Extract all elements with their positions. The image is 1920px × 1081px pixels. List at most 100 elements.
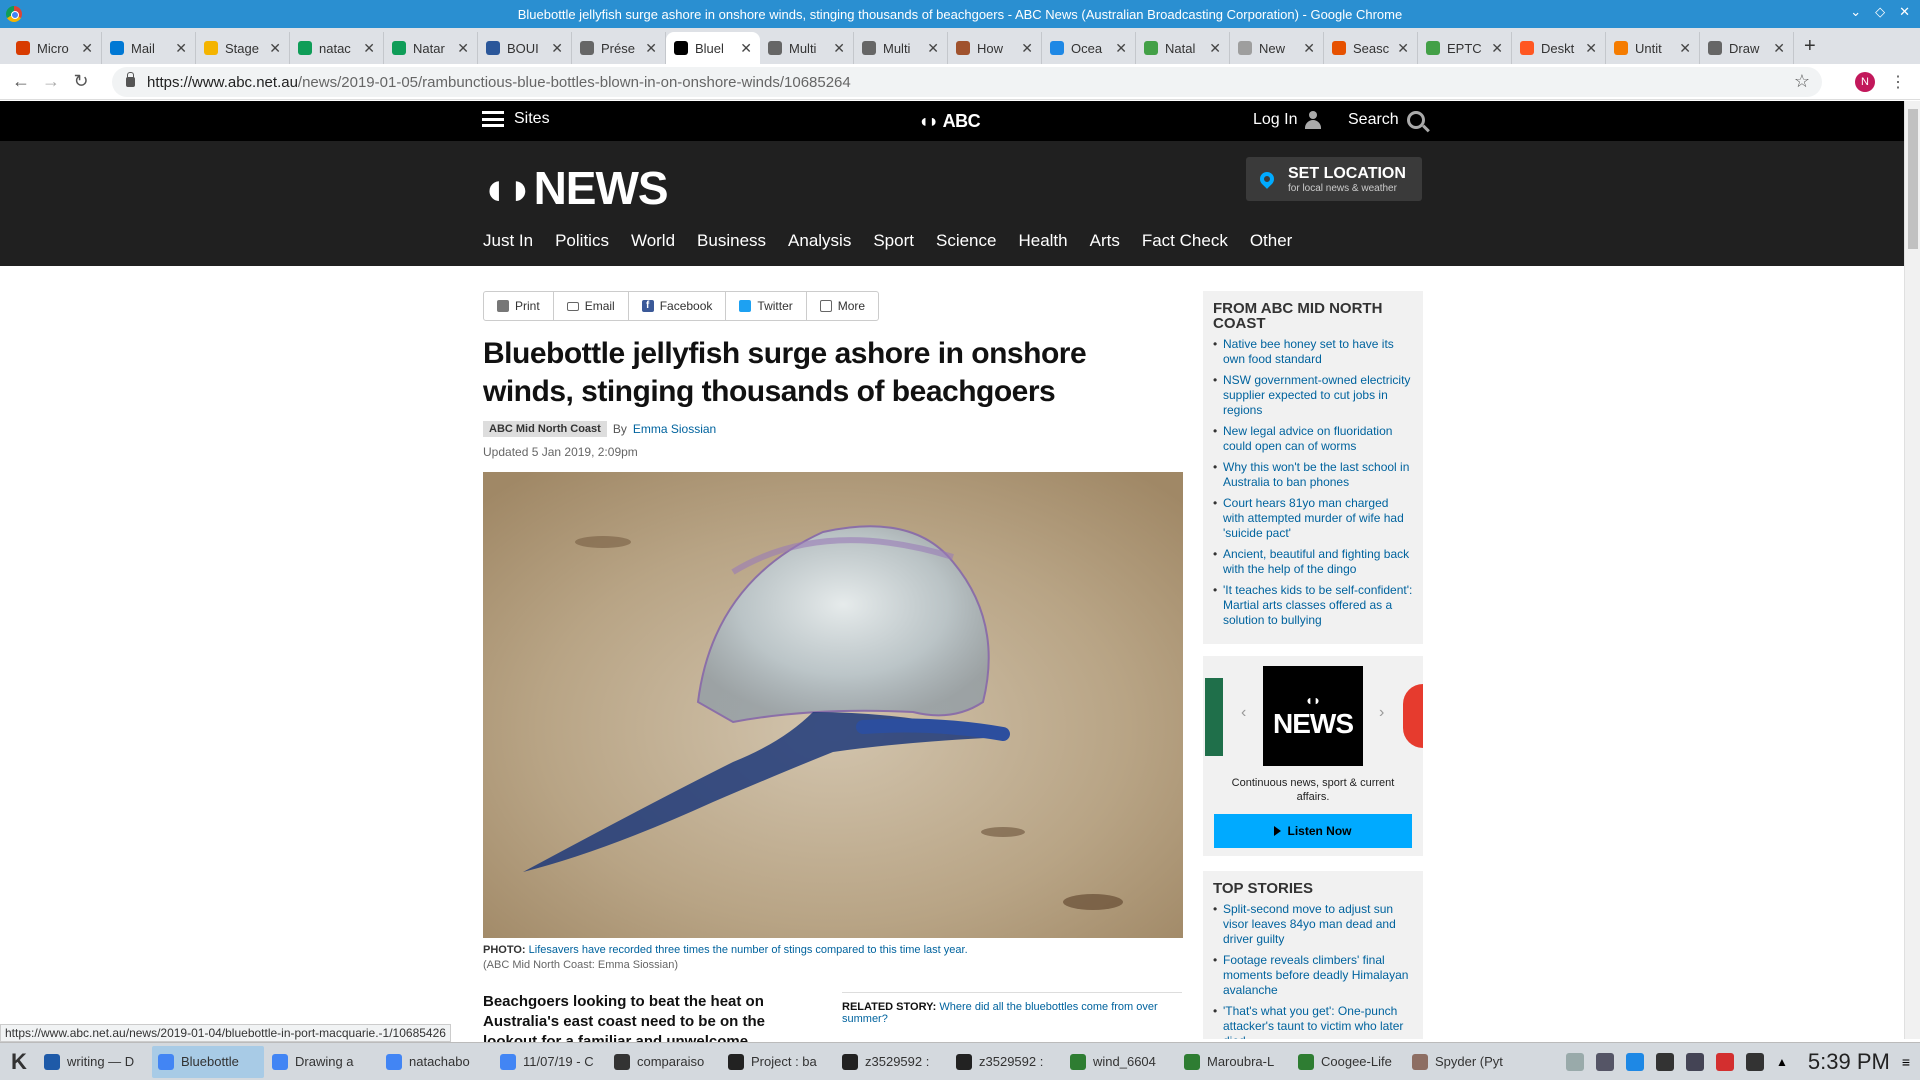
local-news-item[interactable]: Ancient, beautiful and fighting back wit… [1213,547,1413,577]
taskbar-task[interactable]: Drawing a [266,1046,378,1078]
nav-link[interactable]: Analysis [788,231,851,251]
battery-icon[interactable] [1656,1053,1674,1071]
new-tab-button[interactable]: + [1804,35,1816,64]
tab-close-icon[interactable]: ✕ [457,40,469,57]
volume-icon[interactable] [1716,1053,1734,1071]
tab-close-icon[interactable]: ✕ [645,40,657,57]
browser-tab[interactable]: Seasc ✕ [1324,32,1418,64]
browser-tab[interactable]: Mail ✕ [102,32,196,64]
local-news-item[interactable]: Court hears 81yo man charged with attemp… [1213,496,1413,541]
twitter-button[interactable]: Twitter [726,292,807,320]
nav-link[interactable]: Science [936,231,996,251]
browser-tab[interactable]: Natar ✕ [384,32,478,64]
clipboard-icon[interactable] [1596,1053,1614,1071]
search-button[interactable]: Search [1348,111,1425,129]
tab-close-icon[interactable]: ✕ [1679,40,1691,57]
article-photo[interactable] [483,472,1183,938]
browser-tab[interactable]: Ocea ✕ [1042,32,1136,64]
browser-tab[interactable]: Multi ✕ [854,32,948,64]
browser-tab[interactable]: Stage ✕ [196,32,290,64]
tab-close-icon[interactable]: ✕ [551,40,563,57]
nav-link[interactable]: World [631,231,675,251]
nav-link[interactable]: Business [697,231,766,251]
local-news-item[interactable]: Native bee honey set to have its own foo… [1213,337,1413,367]
taskbar-task[interactable]: Spyder (Pyt [1406,1046,1518,1078]
taskbar-task[interactable]: 11/07/19 - C [494,1046,606,1078]
tab-close-icon[interactable]: ✕ [1773,40,1785,57]
taskbar-task[interactable]: writing — D [38,1046,150,1078]
taskbar-task[interactable]: comparaiso [608,1046,720,1078]
taskbar-task[interactable]: natachabo [380,1046,492,1078]
local-news-item[interactable]: NSW government-owned electricity supplie… [1213,373,1413,418]
nav-link[interactable]: Health [1018,231,1067,251]
nav-link[interactable]: Politics [555,231,609,251]
nav-link[interactable]: Just In [483,231,533,251]
tab-close-icon[interactable]: ✕ [833,40,845,57]
maximize-button[interactable]: ◇ [1875,4,1885,20]
tab-close-icon[interactable]: ✕ [363,40,375,57]
chevron-left-icon[interactable]: ‹ [1241,704,1246,722]
program-tag[interactable]: ABC Mid North Coast [483,421,607,437]
more-button[interactable]: More [807,292,878,320]
top-story-item[interactable]: 'That's what you get': One-punch attacke… [1213,1004,1413,1039]
tab-close-icon[interactable]: ✕ [1585,40,1597,57]
browser-tab[interactable]: Deskt ✕ [1512,32,1606,64]
info-icon[interactable] [1626,1053,1644,1071]
browser-tab[interactable]: Untit ✕ [1606,32,1700,64]
taskbar-task[interactable]: z3529592 : [950,1046,1062,1078]
tab-close-icon[interactable]: ✕ [1209,40,1221,57]
email-button[interactable]: Email [554,292,629,320]
nav-link[interactable]: Sport [873,231,914,251]
browser-tab[interactable]: natac ✕ [290,32,384,64]
local-news-item[interactable]: Why this won't be the last school in Aus… [1213,460,1413,490]
page-scrollbar[interactable] [1904,101,1920,1039]
scrollbar-thumb[interactable] [1908,109,1918,249]
photo-caption-link[interactable]: Lifesavers have recorded three times the… [529,944,968,956]
bookmark-star-icon[interactable]: ☆ [1794,71,1810,92]
next-station-thumb[interactable] [1403,684,1423,748]
login-button[interactable]: Log In [1253,111,1322,129]
browser-tab[interactable]: Micro ✕ [8,32,102,64]
profile-avatar[interactable]: N [1855,72,1875,92]
taskbar-task[interactable]: Project : ba [722,1046,834,1078]
tab-close-icon[interactable]: ✕ [175,40,187,57]
browser-tab[interactable]: Natal ✕ [1136,32,1230,64]
author-link[interactable]: Emma Siossian [633,422,716,436]
top-story-item[interactable]: Footage reveals climbers' final moments … [1213,953,1413,998]
previous-station-thumb[interactable] [1205,678,1223,756]
back-arrow-icon[interactable]: ← [6,71,36,92]
tab-close-icon[interactable]: ✕ [1397,40,1409,57]
browser-tab[interactable]: How ✕ [948,32,1042,64]
browser-tab[interactable]: Draw ✕ [1700,32,1794,64]
tab-close-icon[interactable]: ✕ [740,40,752,57]
kde-start-icon[interactable]: K [0,1049,38,1075]
minimize-button[interactable]: ⌄ [1850,4,1861,20]
browser-menu-icon[interactable]: ⋮ [1890,72,1906,92]
listen-now-button[interactable]: Listen Now [1214,814,1412,848]
browser-tab[interactable]: Prése ✕ [572,32,666,64]
user-switch-icon[interactable] [1566,1053,1584,1071]
set-location-button[interactable]: SET LOCATION for local news & weather [1246,157,1422,201]
facebook-button[interactable]: f Facebook [629,292,727,320]
sites-menu-button[interactable]: Sites [482,110,550,128]
abc-logo[interactable]: ◖◗ ABC [918,111,981,132]
display-icon[interactable] [1746,1053,1764,1071]
taskbar-task[interactable]: z3529592 : [836,1046,948,1078]
local-news-item[interactable]: 'It teaches kids to be self-confident': … [1213,583,1413,628]
nav-link[interactable]: Other [1250,231,1293,251]
panel-menu-icon[interactable]: ≡ [1902,1054,1910,1070]
taskbar-task[interactable]: Coogee-Life [1292,1046,1404,1078]
local-news-item[interactable]: New legal advice on fluoridation could o… [1213,424,1413,454]
forward-arrow-icon[interactable]: → [36,71,66,92]
tab-close-icon[interactable]: ✕ [1303,40,1315,57]
tab-close-icon[interactable]: ✕ [1491,40,1503,57]
nav-link[interactable]: Fact Check [1142,231,1228,251]
taskbar-task[interactable]: wind_6604 [1064,1046,1176,1078]
browser-tab[interactable]: Multi ✕ [760,32,854,64]
network-icon[interactable] [1686,1053,1704,1071]
browser-tab[interactable]: New ✕ [1230,32,1324,64]
print-button[interactable]: Print [484,292,554,320]
tab-close-icon[interactable]: ✕ [269,40,281,57]
tray-expand-icon[interactable]: ▲ [1776,1055,1788,1069]
close-window-button[interactable]: ✕ [1899,4,1910,20]
